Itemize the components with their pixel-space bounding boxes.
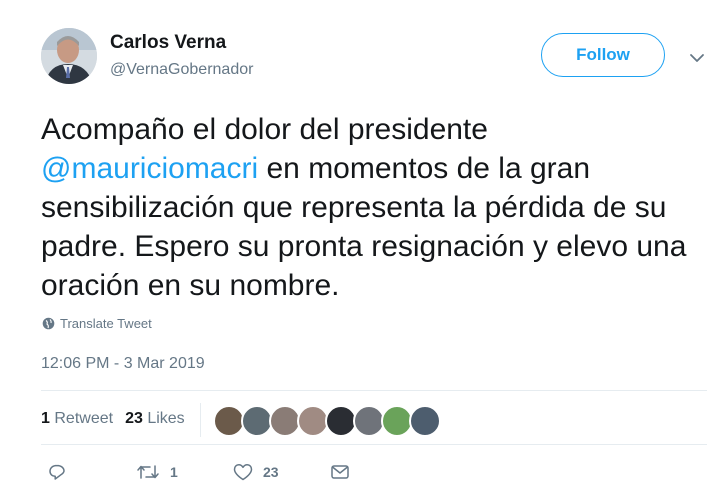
follow-button[interactable]: Follow <box>541 33 665 77</box>
divider <box>41 390 707 391</box>
likes-count: 23 <box>125 410 143 427</box>
retweet-icon <box>137 465 159 479</box>
divider <box>41 444 707 445</box>
like-count: 23 <box>263 464 279 480</box>
stats-separator <box>200 403 201 437</box>
avatar[interactable] <box>41 28 97 84</box>
chevron-down-icon[interactable] <box>689 50 705 66</box>
tweet-stats: 1 Retweet 23 Likes <box>41 410 185 428</box>
author-handle[interactable]: @VernaGobernador <box>110 61 253 79</box>
reply-icon <box>49 464 65 480</box>
reply-button[interactable] <box>48 463 66 481</box>
likers-avatars <box>213 405 441 437</box>
tweet-text: Acompaño el dolor del presidente @mauric… <box>41 110 701 305</box>
likes-stat[interactable]: 23 Likes <box>125 410 185 428</box>
retweet-button[interactable]: 1 <box>136 463 178 481</box>
tweet-text-part1: Acompaño el dolor del presidente <box>41 113 488 146</box>
retweets-stat[interactable]: 1 Retweet <box>41 410 113 428</box>
retweet-count: 1 <box>170 464 178 480</box>
liker-avatar[interactable] <box>409 405 441 437</box>
tweet-actions: 1 23 <box>41 463 421 493</box>
message-icon <box>331 465 349 479</box>
retweets-count: 1 <box>41 410 50 427</box>
likes-label: Likes <box>147 410 185 427</box>
translate-tweet-link[interactable]: Translate Tweet <box>42 316 152 331</box>
like-button[interactable]: 23 <box>233 463 279 481</box>
heart-icon <box>233 464 253 481</box>
translate-label[interactable]: Translate Tweet <box>60 316 152 331</box>
direct-message-button[interactable] <box>330 463 350 481</box>
author-name[interactable]: Carlos Verna <box>110 32 226 54</box>
retweets-label: Retweet <box>54 410 114 427</box>
avatar-image <box>41 28 97 84</box>
tweet-timestamp[interactable]: 12:06 PM - 3 Mar 2019 <box>41 355 205 373</box>
mention-link[interactable]: @mauriciomacri <box>41 152 258 185</box>
globe-icon <box>42 317 55 330</box>
